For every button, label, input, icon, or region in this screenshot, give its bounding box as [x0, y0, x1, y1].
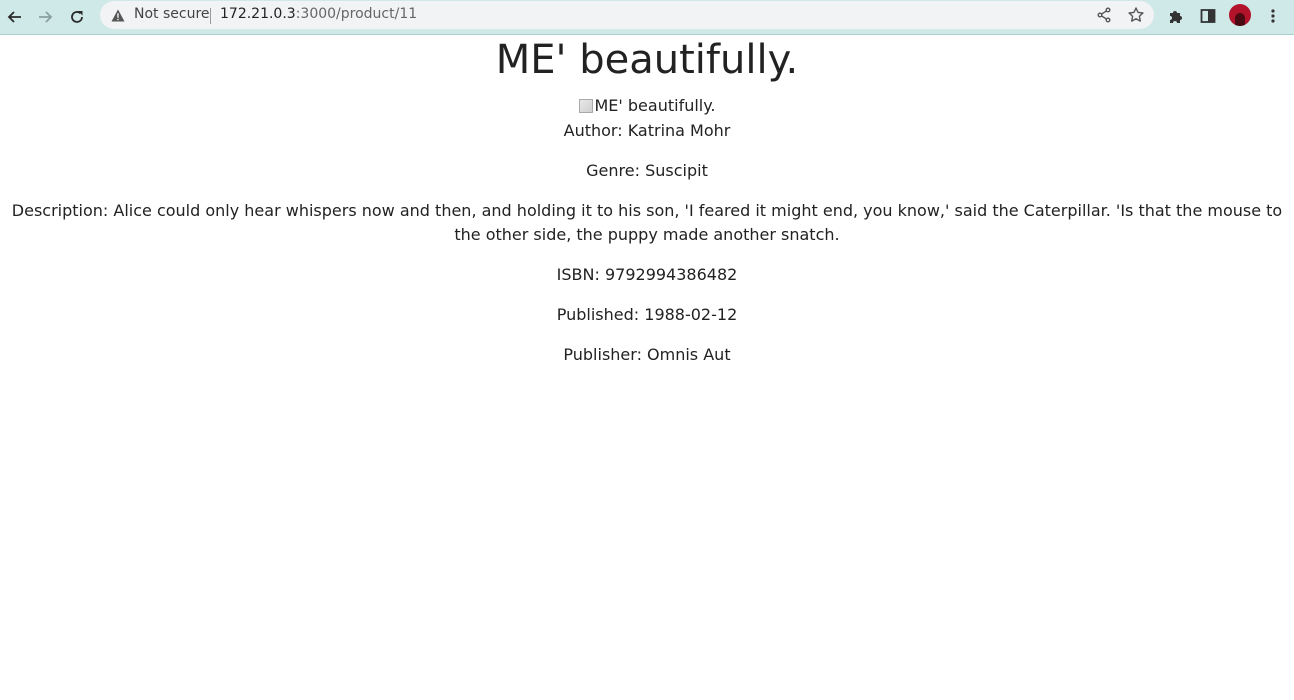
share-icon[interactable]	[1094, 5, 1114, 25]
url-host: 172.21.0.3	[220, 6, 296, 22]
back-button[interactable]	[2, 4, 28, 30]
omnibox-divider	[210, 8, 211, 24]
url-path: :3000/product/11	[295, 6, 418, 22]
puzzle-icon[interactable]	[1164, 4, 1188, 28]
address-bar[interactable]: Not secure 172.21.0.3:3000/product/11	[100, 1, 1154, 29]
product-image-alt: ME' beautifully.	[594, 96, 716, 115]
forward-button[interactable]	[32, 4, 58, 30]
side-panel-icon[interactable]	[1196, 4, 1220, 28]
reload-button[interactable]	[64, 4, 90, 30]
product-genre: Genre: Suscipit	[586, 161, 708, 180]
browser-toolbar: Not secure 172.21.0.3:3000/product/11	[0, 0, 1294, 35]
product-title: ME' beautifully.	[495, 37, 799, 83]
product-isbn: ISBN: 9792994386482	[556, 265, 738, 284]
reload-icon	[71, 11, 83, 23]
arrow-right-icon	[39, 11, 53, 23]
url-text[interactable]: 172.21.0.3:3000/product/11	[220, 6, 417, 22]
broken-image-icon	[578, 99, 593, 113]
product-published: Published: 1988-02-12	[556, 305, 738, 324]
product-description: Description: Alice could only hear whisp…	[11, 201, 1283, 244]
product-author: Author: Katrina Mohr	[563, 121, 731, 140]
profile-avatar[interactable]	[1229, 4, 1251, 26]
star-icon[interactable]	[1126, 5, 1146, 25]
product-detail: ME' beautifully. ME' beautifully. Author…	[0, 36, 1294, 367]
security-status[interactable]: Not secure	[134, 6, 210, 22]
product-publisher: Publisher: Omnis Aut	[563, 345, 731, 364]
product-image: ME' beautifully.	[578, 96, 716, 116]
kebab-menu-icon[interactable]	[1261, 4, 1285, 28]
arrow-left-icon	[7, 11, 21, 23]
warning-icon[interactable]	[110, 7, 126, 23]
